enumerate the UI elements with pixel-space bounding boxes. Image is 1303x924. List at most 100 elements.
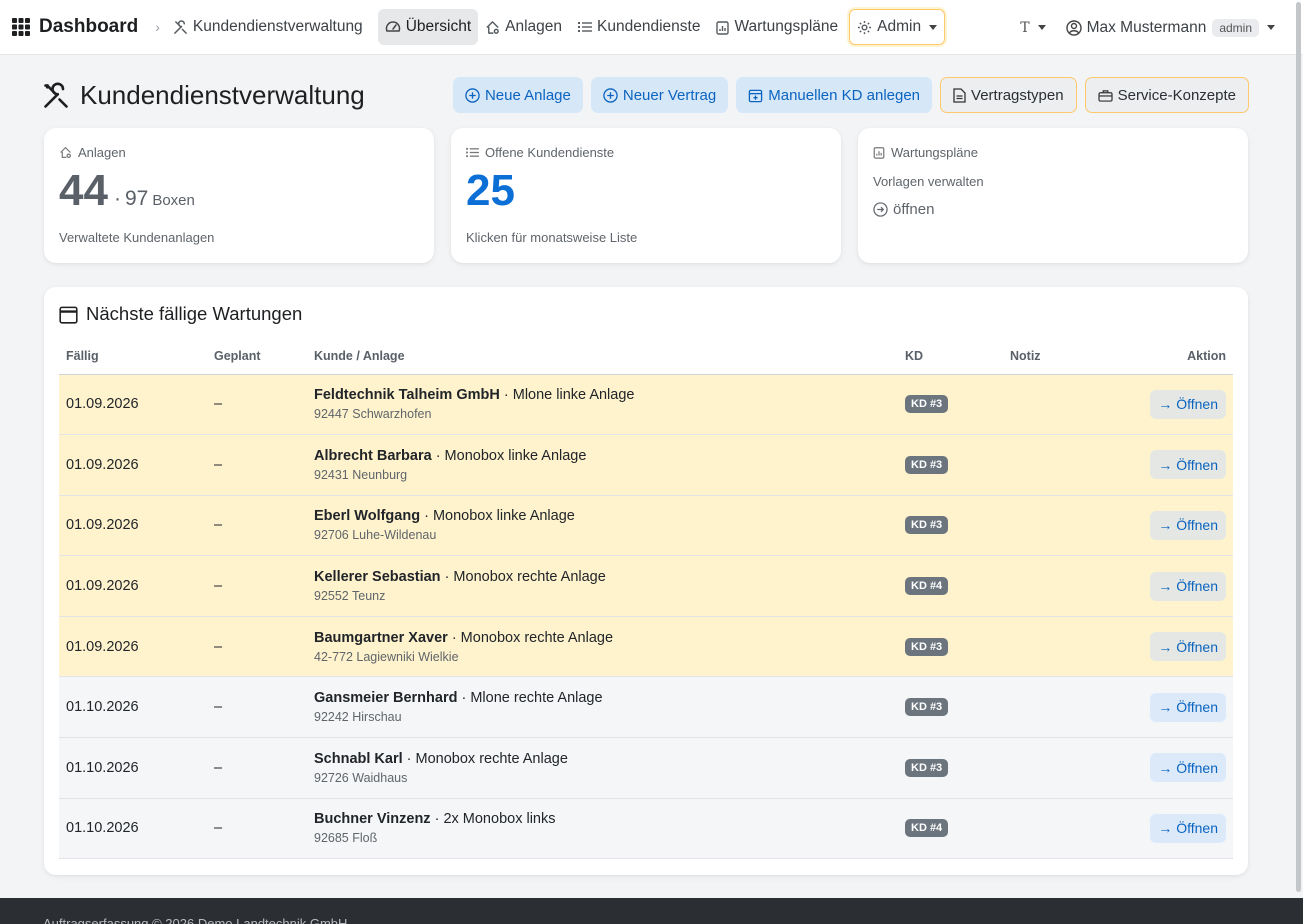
stat-secondary-unit: Boxen (152, 192, 195, 209)
system-name: · Monobox rechte Anlage (444, 569, 606, 586)
open-button[interactable]: → Öffnen (1150, 753, 1226, 783)
system-name: · Mlone linke Anlage (503, 387, 635, 404)
customer-location: 92447 Schwarzhofen (314, 407, 432, 422)
house-gear-icon (485, 20, 500, 35)
customer-location: 92242 Hirschau (314, 710, 402, 725)
stat-description: Vorlagen verwalten (873, 174, 984, 189)
chevron-down-icon (1267, 25, 1275, 30)
manual-kd-button[interactable]: Manuellen KD anlegen (736, 77, 933, 113)
customer-cell: Eberl Wolfgang · Monobox linke Anlage 927… (307, 495, 898, 557)
note-cell (1003, 374, 1113, 436)
open-button[interactable]: → Öffnen (1150, 632, 1226, 662)
action-cell: → Öffnen (1113, 798, 1233, 860)
action-cell: → Öffnen (1113, 374, 1233, 436)
table-row[interactable]: 01.09.2026– Baumgartner Xaver · Monobox r… (59, 616, 1233, 678)
kd-cell: KD #4 (898, 555, 1003, 617)
due-date: 01.10.2026 (59, 737, 207, 799)
kd-badge: KD #3 (905, 698, 949, 717)
chevron-right-icon: › (155, 19, 160, 35)
stat-card-wartungsplaene[interactable]: Wartungspläne Vorlagen verwalten öffnen (858, 128, 1248, 263)
contract-types-button[interactable]: Vertragstypen (940, 77, 1077, 113)
scrollbar[interactable] (1295, 0, 1301, 898)
button-label: Manuellen KD anlegen (768, 86, 921, 104)
column-header-action[interactable]: Aktion (1113, 339, 1233, 375)
nav-item-anlagen[interactable]: Anlagen (478, 9, 569, 45)
system-name: · Monobox linke Anlage (424, 508, 575, 525)
stat-label: Anlagen (78, 145, 126, 160)
table-row[interactable]: 01.09.2026– Kellerer Sebastian · Monobox … (59, 555, 1233, 617)
kd-badge: KD #3 (905, 455, 949, 474)
column-header-customer[interactable]: Kunde / Anlage (307, 339, 898, 375)
open-button[interactable]: → Öffnen (1150, 450, 1226, 480)
chevron-down-icon (929, 24, 938, 30)
scrollbar-thumb[interactable] (1296, 2, 1301, 892)
clipboard-data-icon (716, 20, 730, 35)
table-row[interactable]: 01.10.2026– Buchner Vinzenz · 2x Monobox … (59, 798, 1233, 860)
brand[interactable]: Dashboard (12, 16, 138, 38)
button-label: Service-Konzepte (1117, 86, 1236, 104)
column-header-planned[interactable]: Geplant (207, 339, 307, 375)
open-button[interactable]: → Öffnen (1150, 813, 1226, 843)
nav-item-admin[interactable]: Admin (849, 9, 946, 45)
system-name: · Monobox rechte Anlage (451, 629, 614, 646)
font-button-label: T (1020, 19, 1030, 36)
kd-badge: KD #3 (905, 395, 949, 414)
nav-item-wartungsplaene[interactable]: Wartungspläne (709, 9, 845, 45)
nav-item-kundendienstverwaltung[interactable]: Kundendienstverwaltung (166, 9, 370, 45)
plus-circle-icon (603, 87, 618, 103)
kd-badge: KD #3 (905, 758, 949, 777)
action-cell: → Öffnen (1113, 434, 1233, 496)
customer-cell: Kellerer Sebastian · Monobox rechte Anla… (307, 555, 898, 617)
new-contract-button[interactable]: Neuer Vertrag (590, 77, 729, 113)
open-maintenance-plans-link[interactable]: öffnen (873, 201, 1233, 218)
house-gear-icon (59, 146, 72, 159)
column-header-due[interactable]: Fällig (59, 339, 207, 375)
customer-location: 92685 Floß (314, 831, 378, 846)
user-name: Max Mustermann (1086, 18, 1207, 36)
stat-separator: · (113, 187, 121, 210)
calendar-plus-icon (748, 88, 763, 103)
system-name: · Monobox linke Anlage (435, 447, 587, 464)
due-date: 01.09.2026 (59, 495, 207, 557)
upcoming-maintenance-card: Nächste fällige Wartungen Fällig Geplant… (44, 287, 1248, 875)
stat-label: Wartungspläne (891, 145, 978, 160)
briefcase-icon (1097, 89, 1113, 102)
column-header-note[interactable]: Notiz (1003, 339, 1113, 375)
customer-name: Baumgartner Xaver (314, 629, 448, 646)
note-cell (1003, 495, 1113, 557)
nav-item-kundendienste[interactable]: Kundendienste (571, 9, 707, 45)
new-system-button[interactable]: Neue Anlage (452, 77, 583, 113)
service-concepts-button[interactable]: Service-Konzepte (1084, 77, 1249, 113)
font-size-button[interactable]: T (1020, 19, 1046, 36)
stat-label: Offene Kundendienste (485, 145, 615, 160)
action-cell: → Öffnen (1113, 495, 1233, 557)
table-row[interactable]: 01.10.2026– Schnabl Karl · Monobox rechte… (59, 737, 1233, 799)
system-name: · Monobox rechte Anlage (406, 750, 568, 767)
footer-text: Auftragserfassung © 2026 Demo Landtechni… (43, 916, 348, 924)
list-icon (466, 147, 479, 158)
nav-item-uebersicht[interactable]: Übersicht (377, 9, 479, 45)
planned-date: – (207, 737, 307, 799)
stat-card-kundendienste[interactable]: Offene Kundendienste 25 Klicken für mona… (451, 128, 841, 263)
column-header-kd[interactable]: KD (898, 339, 1003, 375)
plus-circle-icon (465, 87, 480, 103)
open-button[interactable]: → Öffnen (1150, 510, 1226, 540)
system-name: · 2x Monobox links (434, 811, 556, 828)
kd-cell: KD #3 (898, 676, 1003, 739)
table-row[interactable]: 01.10.2026– Gansmeier Bernhard · Mlone re… (59, 676, 1233, 739)
speedometer-icon (385, 20, 401, 34)
user-menu[interactable]: Max Mustermann admin (1065, 18, 1275, 37)
planned-date: – (207, 798, 307, 860)
open-button[interactable]: → Öffnen (1150, 571, 1226, 601)
planned-date: – (207, 555, 307, 617)
kd-badge: KD #3 (905, 637, 949, 656)
customer-name: Feldtechnik Talheim GmbH (314, 387, 500, 404)
table-row[interactable]: 01.09.2026– Eberl Wolfgang · Monobox link… (59, 495, 1233, 557)
table-row[interactable]: 01.09.2026– Albrecht Barbara · Monobox li… (59, 434, 1233, 496)
table-row[interactable]: 01.09.2026– Feldtechnik Talheim GmbH · Ml… (59, 374, 1233, 436)
open-button[interactable]: → Öffnen (1150, 692, 1226, 722)
file-text-icon (953, 87, 966, 103)
due-date: 01.09.2026 (59, 616, 207, 678)
open-button[interactable]: → Öffnen (1150, 389, 1226, 419)
stat-card-anlagen[interactable]: Anlagen 44 · 97 Boxen Verwaltete Kundena… (44, 128, 434, 263)
